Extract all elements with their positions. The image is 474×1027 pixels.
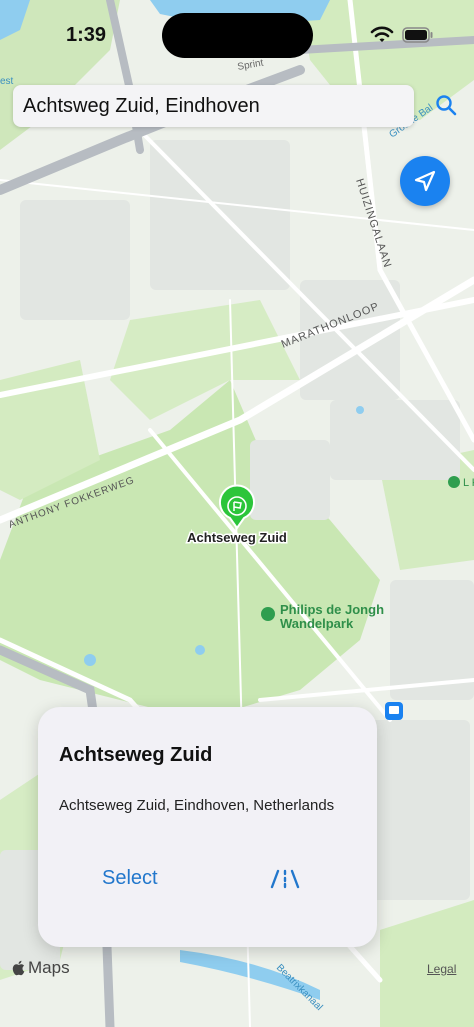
apple-icon	[12, 960, 25, 976]
dynamic-island	[162, 13, 313, 58]
locate-me-button[interactable]	[400, 156, 450, 206]
maps-label: Maps	[28, 958, 70, 977]
search-icon[interactable]	[435, 94, 457, 116]
map-edge-label-west: est	[0, 76, 14, 87]
park-icon	[261, 607, 275, 621]
map-edge-label-east: L K	[463, 477, 474, 489]
select-button[interactable]: Select	[102, 867, 158, 890]
directions-icon[interactable]	[268, 867, 302, 891]
place-address: Achtseweg Zuid, Eindhoven, Netherlands	[59, 797, 335, 814]
status-time: 1:39	[66, 24, 107, 46]
park-label-line1: Philips de Jongh	[280, 602, 384, 617]
battery-icon	[402, 27, 433, 43]
maps-logo: Maps	[12, 958, 70, 978]
bus-icon[interactable]	[385, 702, 403, 720]
status-bar: 1:39	[0, 0, 474, 70]
park-label-line2: Wandelpark	[280, 616, 354, 631]
location-arrow-icon	[414, 170, 436, 192]
legal-link[interactable]: Legal	[427, 962, 456, 976]
search-query-text: Achtsweg Zuid, Eindhoven	[23, 95, 260, 117]
wifi-icon	[370, 26, 394, 42]
search-field[interactable]: Achtsweg Zuid, Eindhoven	[13, 85, 414, 127]
place-card: Achtseweg Zuid Achtseweg Zuid, Eindhoven…	[38, 707, 377, 947]
pin-label: Achtseweg Zuid	[187, 530, 287, 545]
place-title: Achtseweg Zuid	[59, 744, 213, 766]
